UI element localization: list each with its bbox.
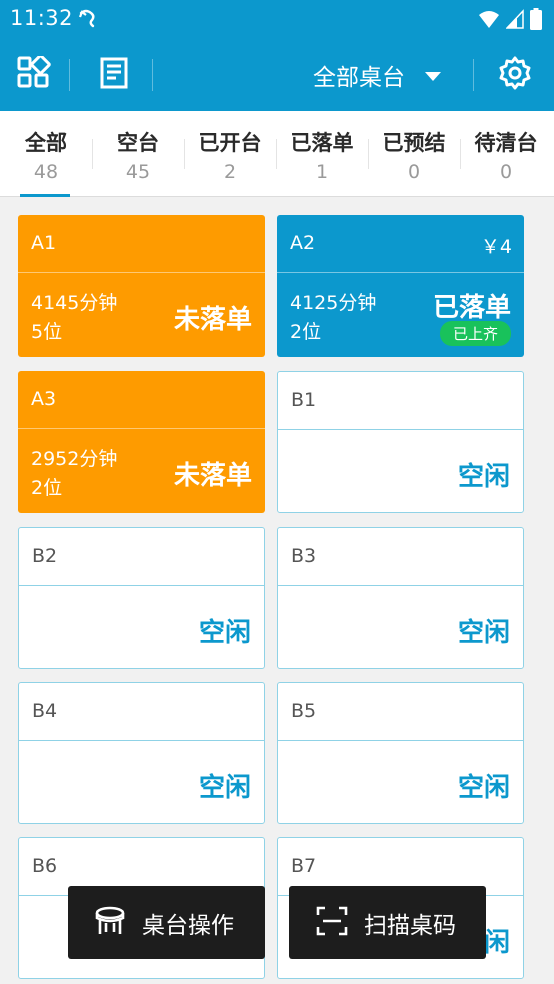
table-minutes: 2952分钟 xyxy=(31,448,118,470)
scan-table-code-label: 扫描桌码 xyxy=(364,912,456,939)
tab-all[interactable]: 全部 48 xyxy=(0,111,92,197)
appbar-divider xyxy=(152,59,153,91)
tab-count: 0 xyxy=(407,161,421,183)
table-filter-label: 全部桌台 xyxy=(313,65,405,91)
appbar-divider xyxy=(473,59,474,91)
scan-table-code-button[interactable]: 扫描桌码 xyxy=(289,886,486,959)
status-badge: 已上齐 xyxy=(439,321,511,346)
table-minutes: 4125分钟 xyxy=(290,292,377,314)
gear-icon[interactable] xyxy=(498,56,532,94)
scan-icon xyxy=(316,906,348,940)
wifi-icon xyxy=(478,9,500,33)
table-name: B1 xyxy=(291,389,317,411)
table-occupancy-info: 2952分钟 2位 xyxy=(31,445,117,503)
table-status: 空闲 xyxy=(457,462,510,492)
tab-count: 2 xyxy=(223,161,237,183)
table-status: 空闲 xyxy=(198,618,251,648)
card-divider xyxy=(278,740,523,741)
table-occupancy-info: 4145分钟 5位 xyxy=(31,289,117,347)
table-card-b2[interactable]: B2 空闲 xyxy=(18,527,265,669)
card-divider xyxy=(19,740,264,741)
appbar-divider xyxy=(69,59,70,91)
app-screen: 11:32 全部桌台 全部 48 空台 45 已开台 2 已落单 1 已预结 0… xyxy=(0,0,554,984)
tab-label: 已预结 xyxy=(382,131,446,155)
tab-label: 待清台 xyxy=(474,131,538,155)
grid-view-icon[interactable] xyxy=(17,54,51,94)
card-divider xyxy=(19,585,264,586)
table-card-b4[interactable]: B4 空闲 xyxy=(18,682,265,824)
table-operations-button[interactable]: 桌台操作 xyxy=(68,886,265,959)
tab-opened[interactable]: 已开台 2 xyxy=(184,111,276,197)
card-divider xyxy=(278,585,523,586)
status-bar: 11:32 xyxy=(0,0,554,37)
table-card-b5[interactable]: B5 空闲 xyxy=(277,682,524,824)
chevron-down-icon xyxy=(425,72,441,81)
status-time: 11:32 xyxy=(10,6,74,30)
table-name: A2 xyxy=(290,232,316,254)
app-bar: 全部桌台 xyxy=(0,37,554,111)
table-filter-dropdown[interactable]: 全部桌台 xyxy=(313,58,441,92)
table-name: B2 xyxy=(32,545,58,567)
tab-label: 空台 xyxy=(117,131,159,155)
tab-to-clear[interactable]: 待清台 0 xyxy=(460,111,552,197)
tab-empty[interactable]: 空台 45 xyxy=(92,111,184,197)
tab-count: 1 xyxy=(315,161,329,183)
tab-count: 45 xyxy=(125,161,151,183)
table-card-b1[interactable]: B1 空闲 xyxy=(277,371,524,513)
table-name: B3 xyxy=(291,545,317,567)
table-status: 未落单 xyxy=(173,461,252,491)
table-name: B7 xyxy=(291,855,317,877)
table-guests: 5位 xyxy=(31,321,63,343)
table-card-a3[interactable]: A3 2952分钟 2位 未落单 xyxy=(18,371,265,513)
table-name: B5 xyxy=(291,700,317,722)
tab-label: 已开台 xyxy=(198,131,262,155)
card-divider xyxy=(18,428,265,429)
battery-icon xyxy=(530,8,542,34)
tab-ordered[interactable]: 已落单 1 xyxy=(276,111,368,197)
tab-label: 已落单 xyxy=(290,131,354,155)
status-icons xyxy=(478,8,542,34)
tab-label: 全部 xyxy=(25,131,67,155)
sync-icon xyxy=(78,7,102,33)
table-name: B6 xyxy=(32,855,58,877)
tab-active-indicator xyxy=(20,194,70,197)
table-name: B4 xyxy=(32,700,58,722)
table-amount: ￥4 xyxy=(480,236,512,258)
receipt-list-icon[interactable] xyxy=(97,56,131,94)
table-card-b3[interactable]: B3 空闲 xyxy=(277,527,524,669)
table-operations-label: 桌台操作 xyxy=(142,912,234,939)
table-name: A1 xyxy=(31,232,57,254)
signal-icon xyxy=(505,9,524,33)
tab-count: 48 xyxy=(33,161,59,183)
table-status: 空闲 xyxy=(198,773,251,803)
table-guests: 2位 xyxy=(31,477,63,499)
table-status: 已落单 xyxy=(432,293,511,323)
table-status: 空闲 xyxy=(457,773,510,803)
table-icon xyxy=(94,906,126,940)
table-guests: 2位 xyxy=(290,321,322,343)
table-minutes: 4145分钟 xyxy=(31,292,118,314)
table-occupancy-info: 4125分钟 2位 xyxy=(290,289,376,347)
tab-prebilled[interactable]: 已预结 0 xyxy=(368,111,460,197)
table-status: 未落单 xyxy=(173,305,252,335)
card-divider xyxy=(277,272,524,273)
card-divider xyxy=(278,429,523,430)
table-card-a1[interactable]: A1 4145分钟 5位 未落单 xyxy=(18,215,265,357)
table-name: A3 xyxy=(31,388,57,410)
tab-count: 0 xyxy=(499,161,513,183)
status-tabs: 全部 48 空台 45 已开台 2 已落单 1 已预结 0 待清台 0 xyxy=(0,111,554,197)
table-card-a2[interactable]: A2 ￥4 4125分钟 2位 已落单 已上齐 xyxy=(277,215,524,357)
table-status: 空闲 xyxy=(457,618,510,648)
card-divider xyxy=(18,272,265,273)
